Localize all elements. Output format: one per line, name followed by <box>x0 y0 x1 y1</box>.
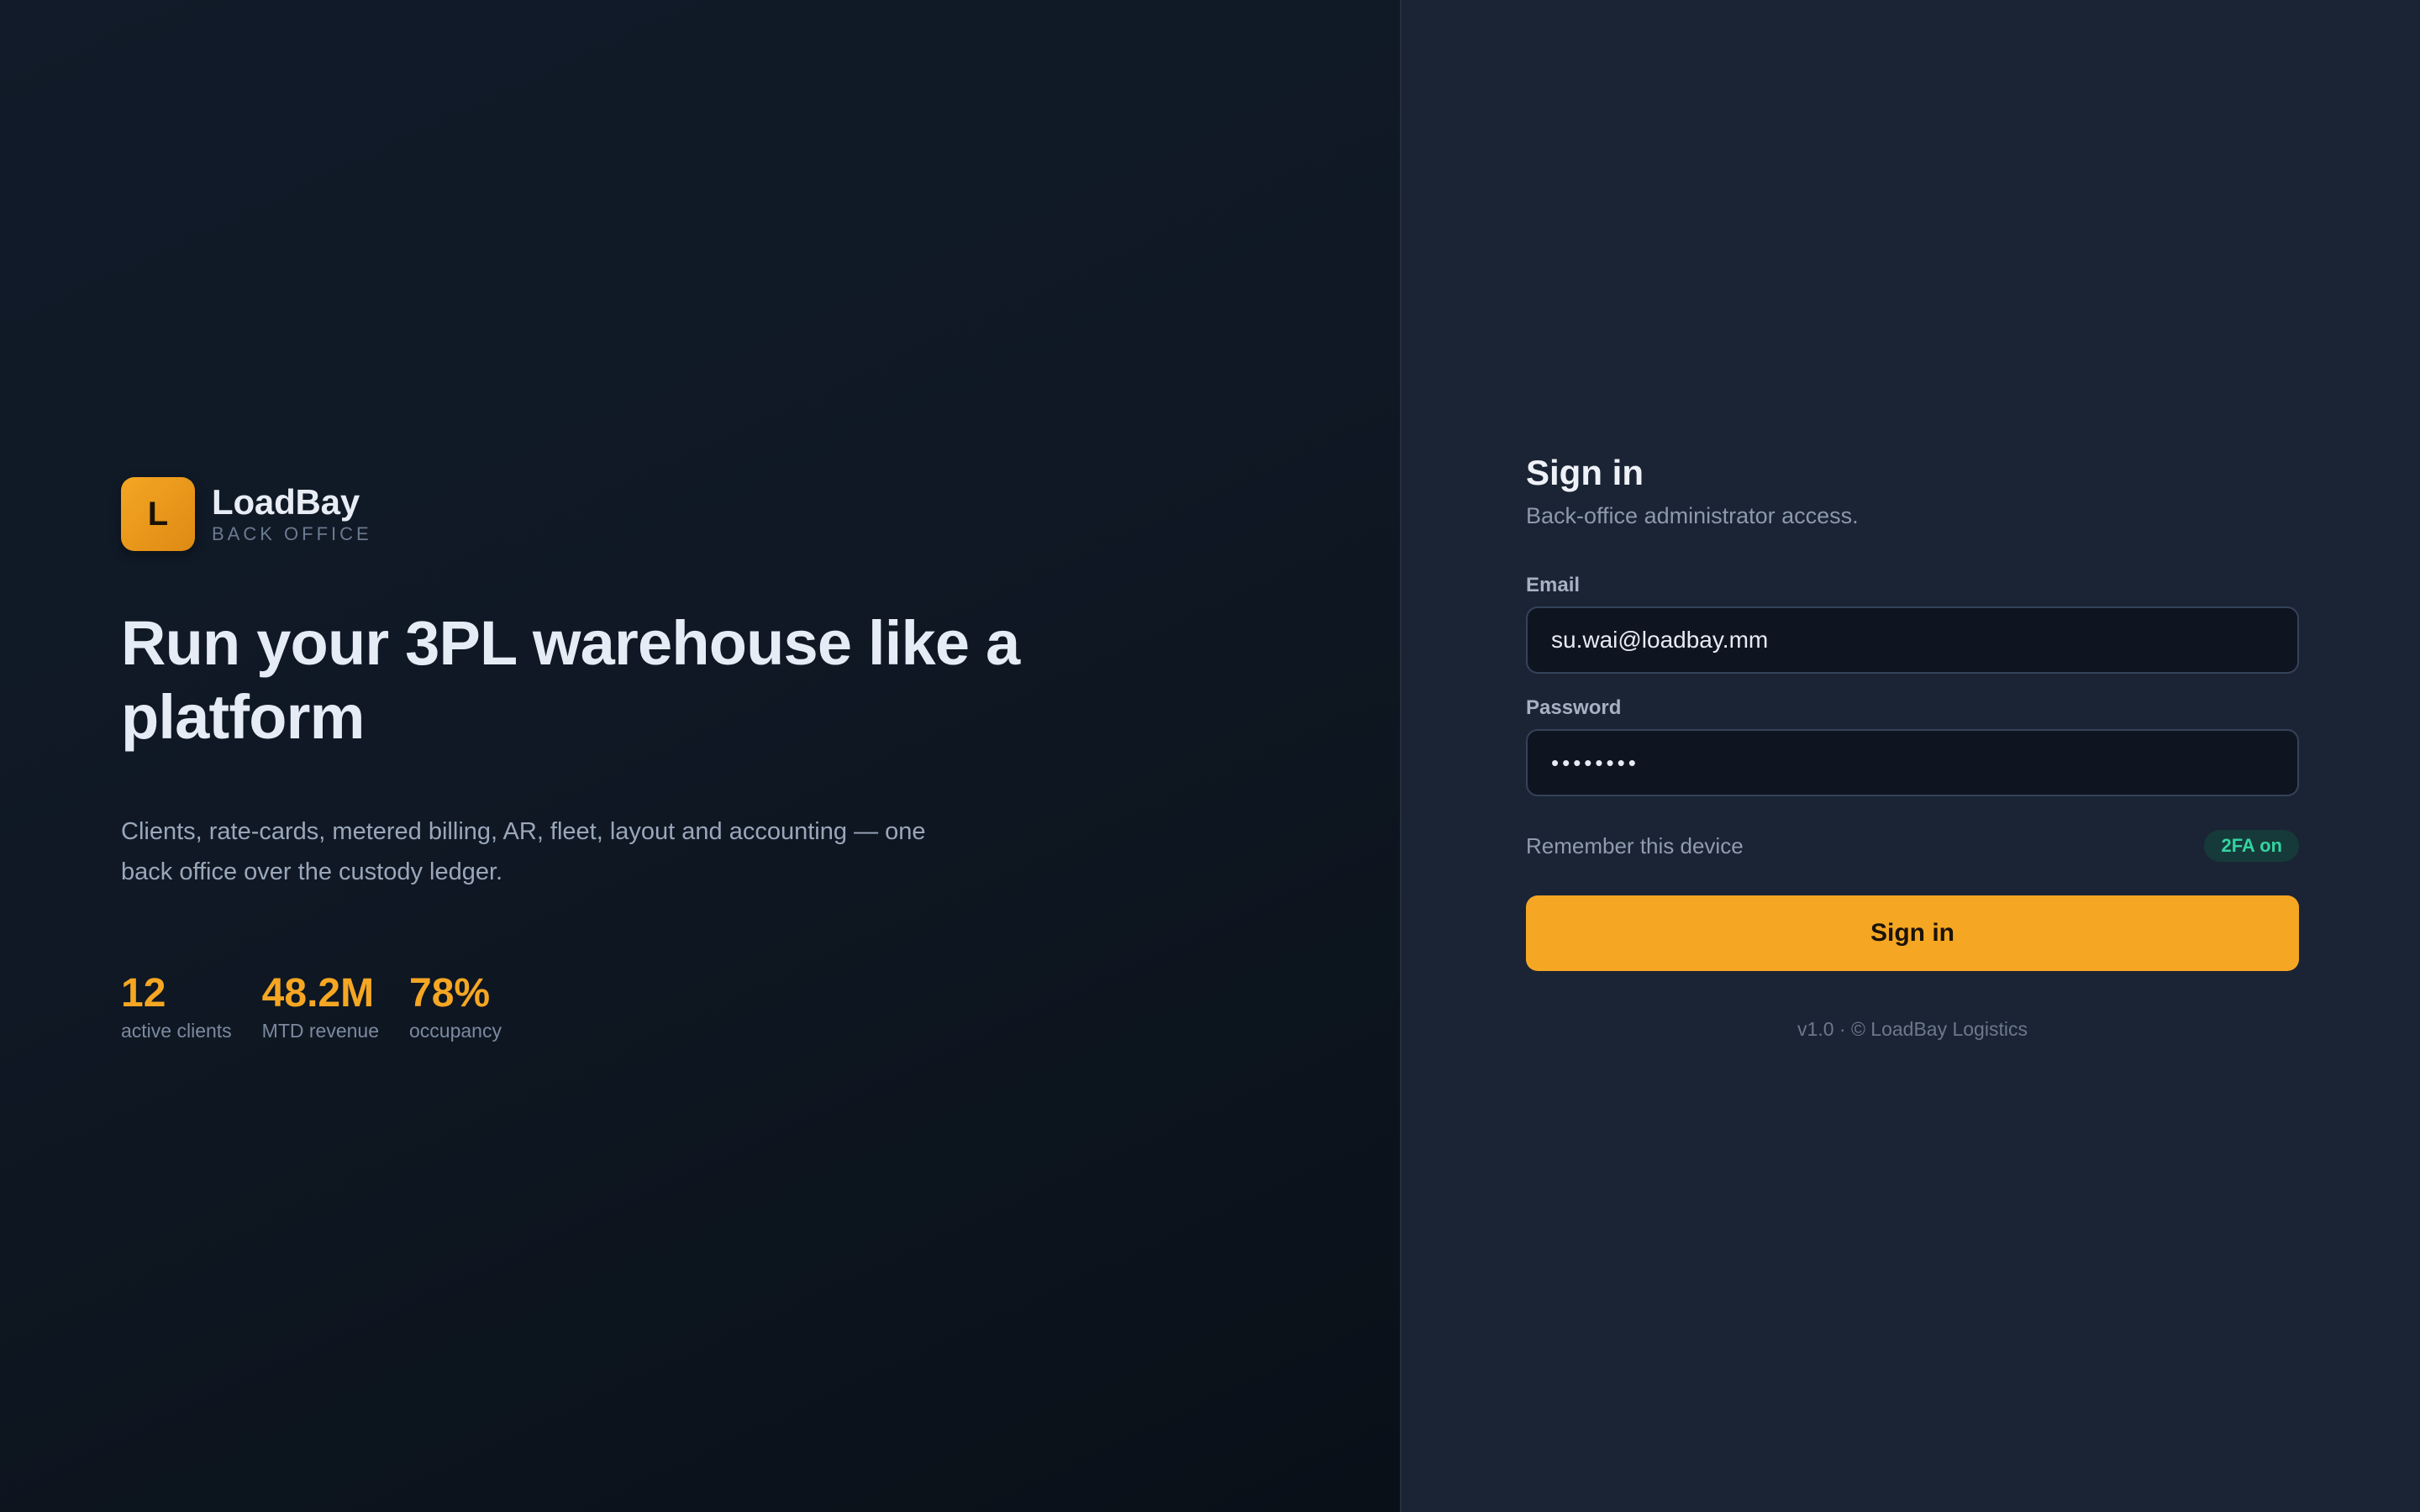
login-page: L LoadBay BACK OFFICE Run your 3PL wareh… <box>0 0 2420 1512</box>
signin-form: Sign in Back-office administrator access… <box>1526 450 2299 1042</box>
hero-content: L LoadBay BACK OFFICE Run your 3PL wareh… <box>121 477 1045 1043</box>
password-field[interactable] <box>1526 729 2299 796</box>
stats-row: 12 active clients 48.2M MTD revenue 78% … <box>121 973 1045 1043</box>
brand-subtitle: BACK OFFICE <box>212 523 372 544</box>
signin-panel: Sign in Back-office administrator access… <box>1402 0 2420 1512</box>
version-footer: v1.0 · © LoadBay Logistics <box>1797 1018 2028 1040</box>
signin-subtitle: Back-office administrator access. <box>1526 503 1859 528</box>
password-label: Password <box>1526 696 1622 719</box>
twofa-status-badge: 2FA on <box>2204 830 2299 862</box>
stat-label: occupancy <box>409 1020 502 1042</box>
hero-panel: L LoadBay BACK OFFICE Run your 3PL wareh… <box>0 0 1402 1512</box>
remember-device-toggle[interactable]: Remember this device <box>1526 832 1744 859</box>
email-field[interactable] <box>1526 606 2299 674</box>
logo-icon: L <box>121 477 195 551</box>
stat-label: active clients <box>121 1020 232 1042</box>
stat-value: 12 <box>121 971 166 1016</box>
stat-value: 78% <box>409 971 491 1016</box>
stat-value: 48.2M <box>261 971 375 1016</box>
stat-active-clients: 12 active clients <box>121 973 232 1043</box>
hero-headline: Run your 3PL warehouse like a platform <box>121 608 1020 752</box>
stat-occupancy: 78% occupancy <box>409 973 502 1043</box>
signin-title: Sign in <box>1526 453 1644 492</box>
options-row: Remember this device 2FA on <box>1526 830 2299 862</box>
email-label: Email <box>1526 574 1581 596</box>
email-field-group: Email <box>1526 573 2299 674</box>
hero-tagline: Clients, rate-cards, metered billing, AR… <box>121 818 926 885</box>
stat-mtd-revenue: 48.2M MTD revenue <box>262 973 379 1043</box>
stat-label: MTD revenue <box>261 1020 379 1042</box>
brand-name: LoadBay <box>212 482 360 522</box>
password-field-group: Password <box>1526 696 2299 796</box>
brand: L LoadBay BACK OFFICE <box>121 477 1045 551</box>
brand-text: LoadBay BACK OFFICE <box>212 483 372 545</box>
signin-button[interactable]: Sign in <box>1526 895 2299 971</box>
